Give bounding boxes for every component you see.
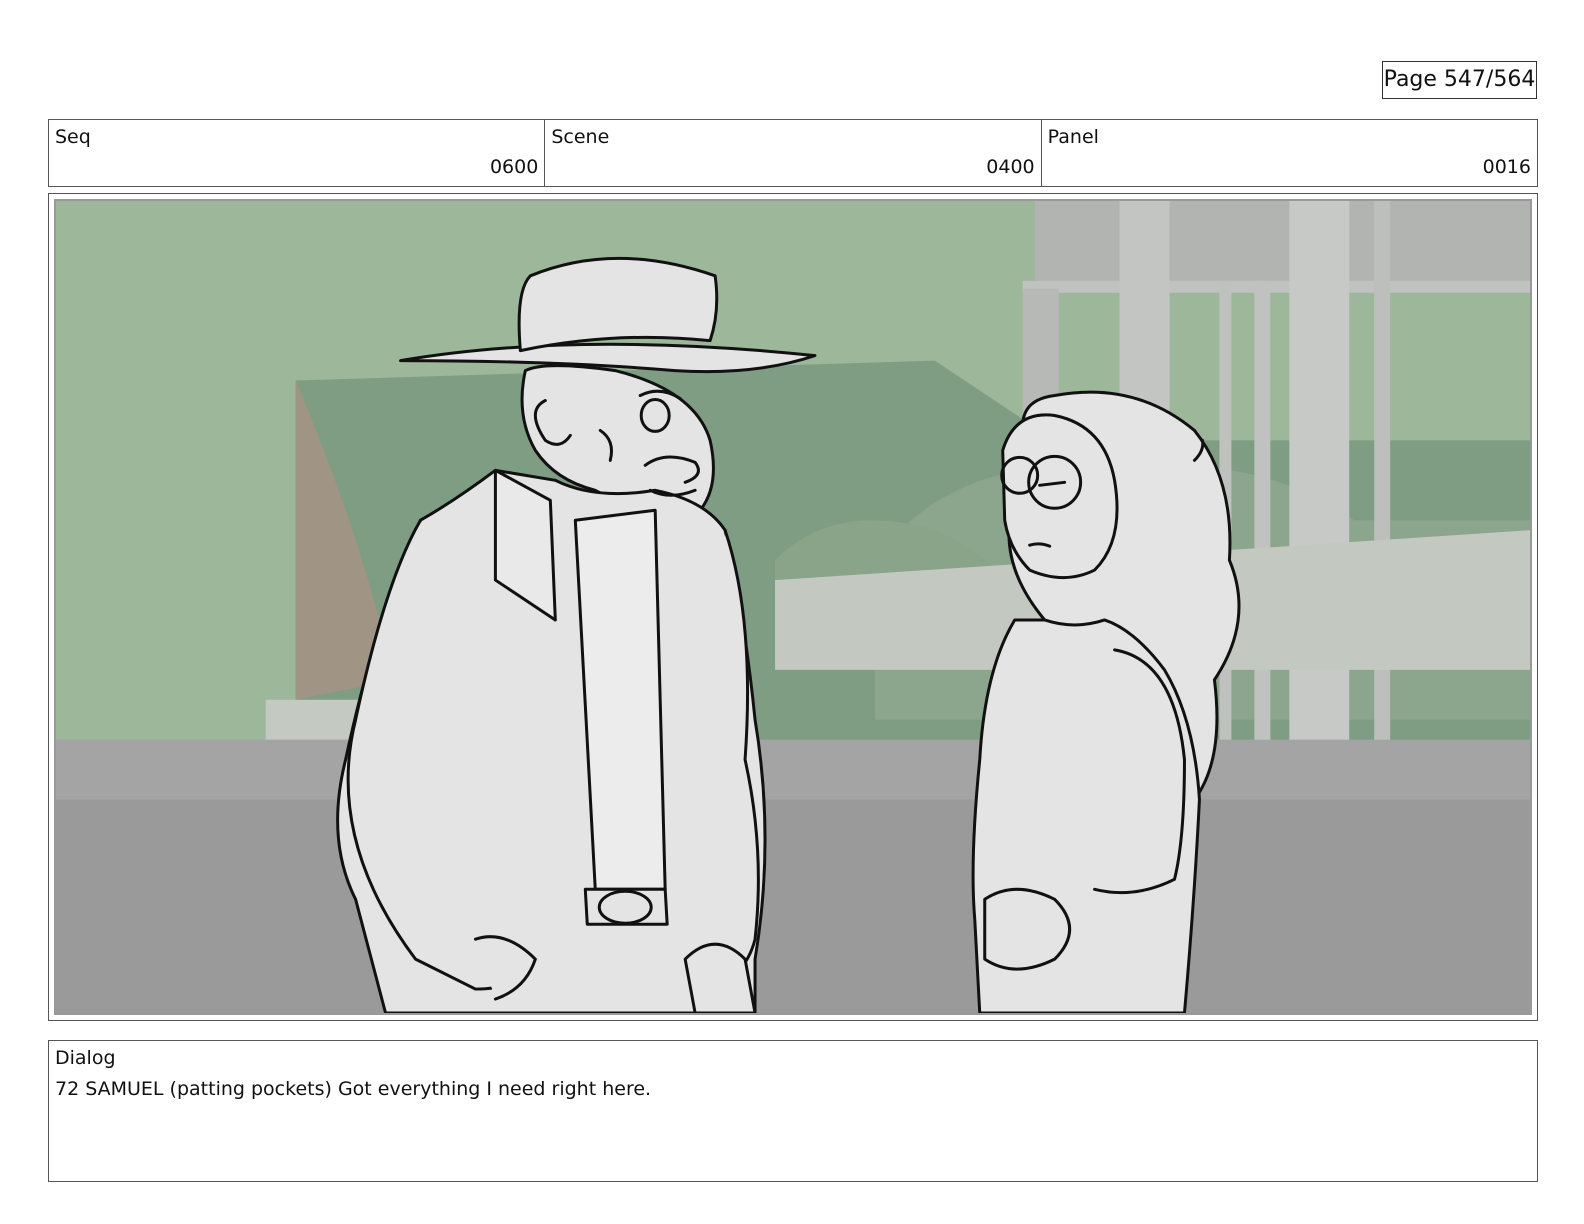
scene-label: Scene	[551, 126, 610, 148]
panel-value: 0016	[1482, 156, 1531, 178]
seq-value: 0600	[489, 156, 539, 178]
panel-label: Panel	[1047, 126, 1099, 148]
dialog-text: 72 SAMUEL (patting pockets) Got everythi…	[55, 1078, 652, 1100]
dialog-box: Dialog 72 SAMUEL (patting pockets) Got e…	[48, 1040, 1538, 1182]
scene-value: 0400	[986, 156, 1035, 178]
panel-cell: Panel 0016	[1042, 120, 1537, 186]
dialog-label: Dialog	[55, 1047, 116, 1069]
seq-label: Seq	[55, 126, 91, 148]
sketch-illustration	[56, 201, 1530, 1013]
scene-cell: Scene 0400	[545, 120, 1042, 186]
seq-cell: Seq 0600	[49, 120, 546, 186]
storyboard-panel-image	[54, 199, 1532, 1015]
page-number: Page 547/564	[1382, 61, 1537, 99]
storyboard-frame	[48, 193, 1538, 1021]
panel-info-header: Seq 0600 Scene 0400 Panel 0016	[48, 119, 1538, 187]
